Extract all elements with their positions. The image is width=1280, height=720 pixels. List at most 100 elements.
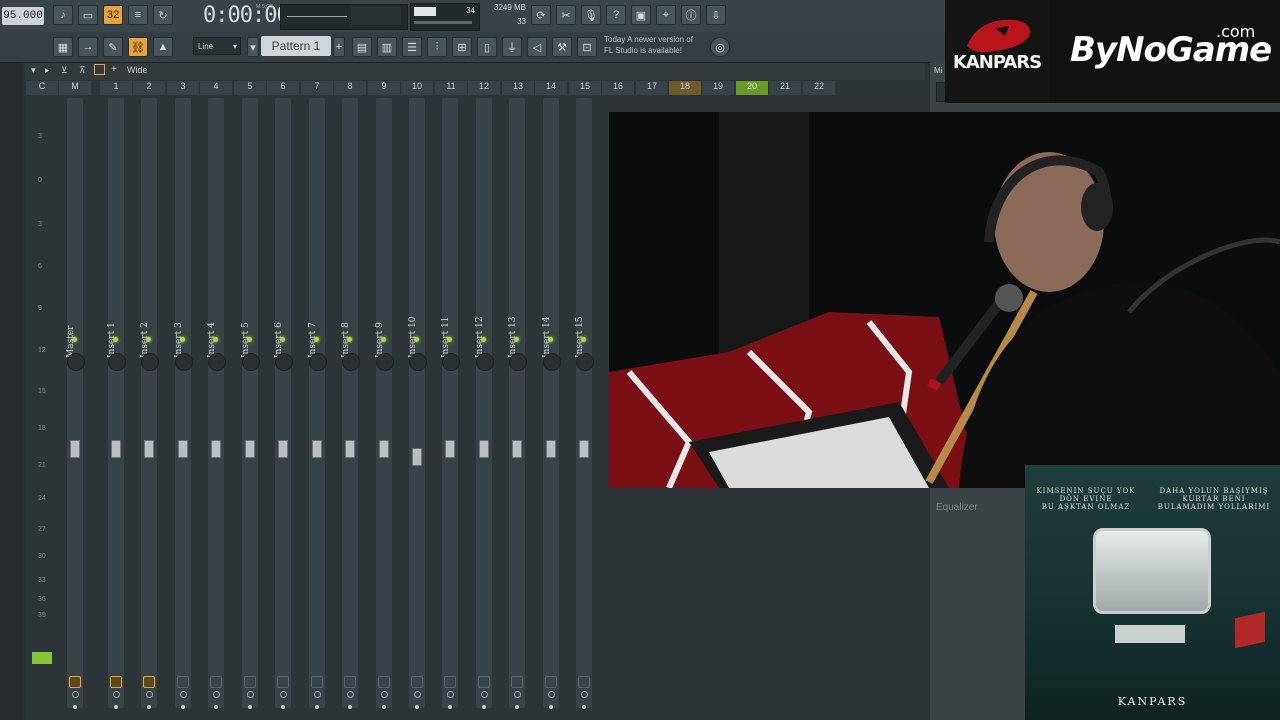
link-icon[interactable]: ⛓ <box>128 37 148 57</box>
pan-knob[interactable] <box>342 353 360 371</box>
mixer-track[interactable]: Insert 13 <box>505 98 529 709</box>
mixer-track[interactable]: Insert 12 <box>472 98 496 709</box>
mixer-header-11[interactable]: 11 <box>435 81 467 95</box>
route-button[interactable] <box>344 676 356 688</box>
pan-knob[interactable] <box>543 353 561 371</box>
track-name[interactable]: Insert 11 <box>441 298 459 358</box>
mixer-header-1[interactable]: 1 <box>100 81 132 95</box>
mixer-icon[interactable]: ⫶ <box>427 37 447 57</box>
step-count-button[interactable]: 32 <box>103 5 123 25</box>
pan-knob[interactable] <box>509 353 527 371</box>
track-enable-led[interactable] <box>180 337 185 342</box>
pan-knob[interactable] <box>275 353 293 371</box>
volume-fader[interactable] <box>512 440 522 458</box>
save-icon[interactable]: ▣ <box>631 5 651 25</box>
pan-knob[interactable] <box>141 353 159 371</box>
mixer-header-21[interactable]: 21 <box>769 81 801 95</box>
send-knob[interactable] <box>280 691 287 698</box>
route-button[interactable] <box>545 676 557 688</box>
track-enable-led[interactable] <box>72 337 77 342</box>
track-name[interactable]: Insert 5 <box>241 298 259 358</box>
route-button[interactable] <box>177 676 189 688</box>
track-name[interactable]: Insert 7 <box>308 298 326 358</box>
globe-icon[interactable]: ◎ <box>710 37 730 57</box>
send-knob[interactable] <box>247 691 254 698</box>
send-knob[interactable] <box>514 691 521 698</box>
track-enable-led[interactable] <box>548 337 553 342</box>
send-knob[interactable] <box>548 691 555 698</box>
track-enable-led[interactable] <box>581 337 586 342</box>
mixer-header-8[interactable]: 8 <box>334 81 366 95</box>
pan-knob[interactable] <box>108 353 126 371</box>
track-name[interactable]: Insert 13 <box>508 298 526 358</box>
download-icon[interactable]: ⇩ <box>706 5 726 25</box>
info-icon[interactable]: ⓘ <box>681 5 701 25</box>
track-name[interactable]: Insert 2 <box>140 298 158 358</box>
speaker-icon[interactable]: ◁ <box>527 37 547 57</box>
route-button[interactable] <box>210 676 222 688</box>
track-name[interactable]: Master <box>66 298 84 358</box>
pan-knob[interactable] <box>309 353 327 371</box>
volume-fader[interactable] <box>546 440 556 458</box>
track-enable-led[interactable] <box>347 337 352 342</box>
send-knob[interactable] <box>447 691 454 698</box>
mixer-header-15[interactable]: 15 <box>569 81 601 95</box>
mixer-track[interactable]: Insert 10 <box>405 98 429 709</box>
mixer-header-12[interactable]: 12 <box>468 81 500 95</box>
track-name[interactable]: Insert 10 <box>408 298 426 358</box>
mixer-track[interactable]: Insert 8 <box>338 98 362 709</box>
mixer-header-13[interactable]: 13 <box>502 81 534 95</box>
pan-knob[interactable] <box>67 353 85 371</box>
volume-fader[interactable] <box>345 440 355 458</box>
mixer-track[interactable]: Insert 9 <box>372 98 396 709</box>
volume-fader[interactable] <box>111 440 121 458</box>
metronome-icon[interactable]: ♪ <box>53 5 73 25</box>
list-icon[interactable]: ☰ <box>402 37 422 57</box>
send-knob[interactable] <box>347 691 354 698</box>
track-enable-led[interactable] <box>414 337 419 342</box>
cut-icon[interactable]: ✂ <box>556 5 576 25</box>
playlist-icon[interactable]: ▤ <box>352 37 372 57</box>
mixer-header-14[interactable]: 14 <box>535 81 567 95</box>
track-enable-led[interactable] <box>113 337 118 342</box>
arrow-down-icon[interactable]: ⊻ <box>61 65 68 76</box>
tempo-display[interactable]: 95.000 <box>2 7 44 25</box>
track-name[interactable]: Insert 15 <box>575 298 593 358</box>
file-icon[interactable]: ▯ <box>477 37 497 57</box>
volume-fader[interactable] <box>211 440 221 458</box>
track-enable-led[interactable] <box>314 337 319 342</box>
arrow-up-icon[interactable]: ⊼ <box>79 65 86 76</box>
send-knob[interactable] <box>481 691 488 698</box>
add-pattern-icon[interactable]: + <box>333 37 345 57</box>
track-enable-led[interactable] <box>146 337 151 342</box>
mixer-header-7[interactable]: 7 <box>301 81 333 95</box>
mixer-header-6[interactable]: 6 <box>267 81 299 95</box>
mixer-header-2[interactable]: 2 <box>133 81 165 95</box>
news-panel[interactable]: Today A newer version of FL Studio is av… <box>604 34 714 60</box>
mixer-track[interactable]: Insert 3 <box>171 98 195 709</box>
track-name[interactable]: Insert 1 <box>107 298 125 358</box>
volume-fader[interactable] <box>579 440 589 458</box>
pan-knob[interactable] <box>576 353 594 371</box>
mixer-track[interactable]: Insert 1 <box>104 98 128 709</box>
volume-fader[interactable] <box>144 440 154 458</box>
pan-knob[interactable] <box>175 353 193 371</box>
send-knob[interactable] <box>180 691 187 698</box>
mixer-header-m[interactable]: M <box>59 81 91 95</box>
brush-icon[interactable]: ✎ <box>103 37 123 57</box>
wait-input-icon[interactable]: ▭ <box>78 5 98 25</box>
mixer-header-4[interactable]: 4 <box>200 81 232 95</box>
track-enable-led[interactable] <box>381 337 386 342</box>
plugin-icon[interactable]: ⏚ <box>502 37 522 57</box>
route-button[interactable] <box>511 676 523 688</box>
microphone-icon[interactable]: 🎙 <box>581 5 601 25</box>
route-button[interactable] <box>69 676 81 688</box>
mixer-track[interactable]: Insert 2 <box>137 98 161 709</box>
refresh-icon[interactable]: ⟳ <box>531 5 551 25</box>
mixer-track[interactable]: Insert 4 <box>204 98 228 709</box>
route-button[interactable] <box>478 676 490 688</box>
volume-fader[interactable] <box>178 440 188 458</box>
track-enable-led[interactable] <box>280 337 285 342</box>
channel-rack-icon[interactable]: ▥ <box>377 37 397 57</box>
route-button[interactable] <box>110 676 122 688</box>
